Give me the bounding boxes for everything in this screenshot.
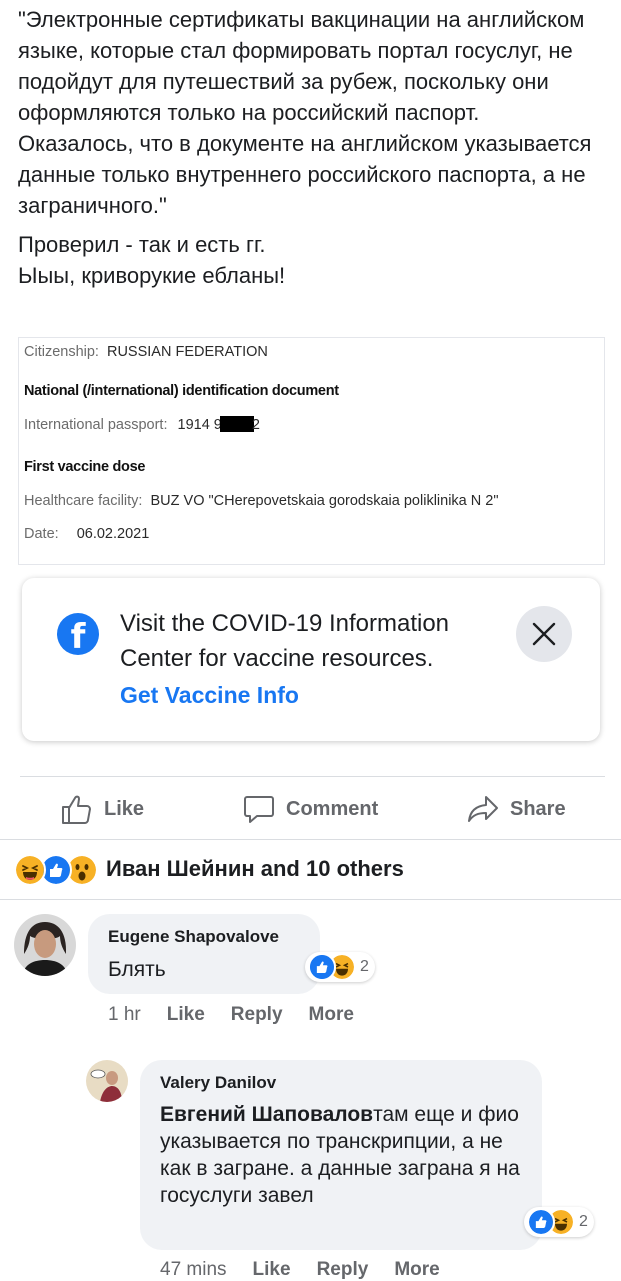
eugene-avatar-image [14, 914, 76, 976]
post-action-bar: Like Comment Share [0, 790, 621, 828]
comment-reactions[interactable]: 2 [305, 952, 375, 982]
haha-reaction-icon [14, 854, 46, 886]
post-paragraph: Ыыы, криворукие ебланы! [18, 263, 286, 288]
facebook-logo-icon: f [57, 613, 99, 655]
reaction-count: 2 [579, 1213, 588, 1230]
reaction-count: 2 [360, 958, 369, 975]
facility-value: BUZ VO "CHerepovetskaia gorodskaia polik… [150, 493, 499, 509]
citizenship-label: Citizenship: [24, 344, 99, 360]
comment-time[interactable]: 47 mins [160, 1259, 227, 1281]
facility-row: Healthcare facility: BUZ VO "CHerepovets… [24, 493, 498, 509]
comment-icon [244, 796, 274, 823]
passport-label: International passport: [24, 417, 168, 433]
date-row: Date: 06.02.2021 [24, 526, 149, 542]
comment-meta: 1 hr Like Reply More [108, 1004, 354, 1026]
post-paragraph: Проверил - так и есть гг. [18, 232, 266, 257]
like-label: Like [104, 797, 145, 820]
date-value: 06.02.2021 [76, 526, 150, 542]
avatar[interactable] [86, 1060, 128, 1102]
comment-author[interactable]: Valery Danilov [160, 1073, 276, 1093]
comment-text: Евгений Шаповаловтам еще и фио указывает… [160, 1101, 522, 1209]
comment-reply-link[interactable]: Reply [317, 1259, 369, 1281]
first-dose-heading: First vaccine dose [24, 459, 146, 475]
passport-number-suffix: 2 [251, 417, 260, 433]
divider [20, 776, 605, 777]
passport-number-prefix: 1914 9 [177, 417, 222, 433]
comment-more-link[interactable]: More [309, 1004, 354, 1026]
citizenship-row: Citizenship: RUSSIAN FEDERATION [24, 344, 268, 360]
reactions-summary[interactable]: Иван Шейнин and 10 others [14, 853, 404, 886]
citizenship-value: RUSSIAN FEDERATION [106, 344, 268, 360]
like-reaction-icon [308, 953, 336, 981]
comment-meta: 47 mins Like Reply More [160, 1259, 440, 1281]
certificate-image[interactable]: Citizenship: RUSSIAN FEDERATION National… [18, 337, 605, 565]
comment-reply-link[interactable]: Reply [231, 1004, 283, 1026]
facility-label: Healthcare facility: [24, 493, 143, 509]
avatar[interactable] [14, 914, 76, 976]
post-text: "Электронные сертификаты вакцинации на а… [18, 4, 608, 291]
close-button[interactable] [516, 606, 572, 662]
share-label: Share [510, 797, 566, 820]
redaction-block [219, 416, 254, 432]
divider [0, 839, 621, 840]
comment-mention[interactable]: Евгений Шаповалов [160, 1103, 373, 1126]
divider [0, 899, 621, 900]
passport-row: International passport: 1914 9 2 [24, 416, 260, 433]
get-vaccine-info-link[interactable]: Get Vaccine Info [120, 682, 299, 709]
reaction-icons [14, 853, 100, 886]
date-label: Date: [24, 526, 59, 542]
covid-info-text: Visit the COVID-19 Information Center fo… [120, 610, 450, 672]
comment-button[interactable]: Comment [242, 790, 378, 828]
comment-label: Comment [286, 797, 379, 820]
valery-avatar-image [86, 1060, 128, 1102]
comment-like-link[interactable]: Like [167, 1004, 205, 1026]
post-paragraph: "Электронные сертификаты вакцинации на а… [18, 7, 585, 125]
thumbs-up-icon [62, 795, 91, 824]
id-document-heading: National (/international) identification… [24, 383, 339, 399]
comment-author[interactable]: Eugene Shapovalove [108, 927, 279, 947]
comment-time[interactable]: 1 hr [108, 1004, 141, 1026]
close-icon [532, 622, 556, 646]
share-icon [468, 796, 498, 822]
covid-info-card: f Visit the COVID-19 Information Center … [22, 578, 600, 741]
share-button[interactable]: Share [466, 790, 566, 828]
comment-text: Блять [108, 958, 166, 981]
comment-reactions[interactable]: 2 [524, 1207, 594, 1237]
like-button[interactable]: Like [60, 790, 144, 828]
reactions-summary-text: Иван Шейнин and 10 others [106, 856, 404, 881]
post-paragraph: Оказалось, что в документе на английском… [18, 131, 592, 218]
comment-like-link[interactable]: Like [253, 1259, 291, 1281]
like-reaction-icon [527, 1208, 555, 1236]
comment-more-link[interactable]: More [394, 1259, 439, 1281]
